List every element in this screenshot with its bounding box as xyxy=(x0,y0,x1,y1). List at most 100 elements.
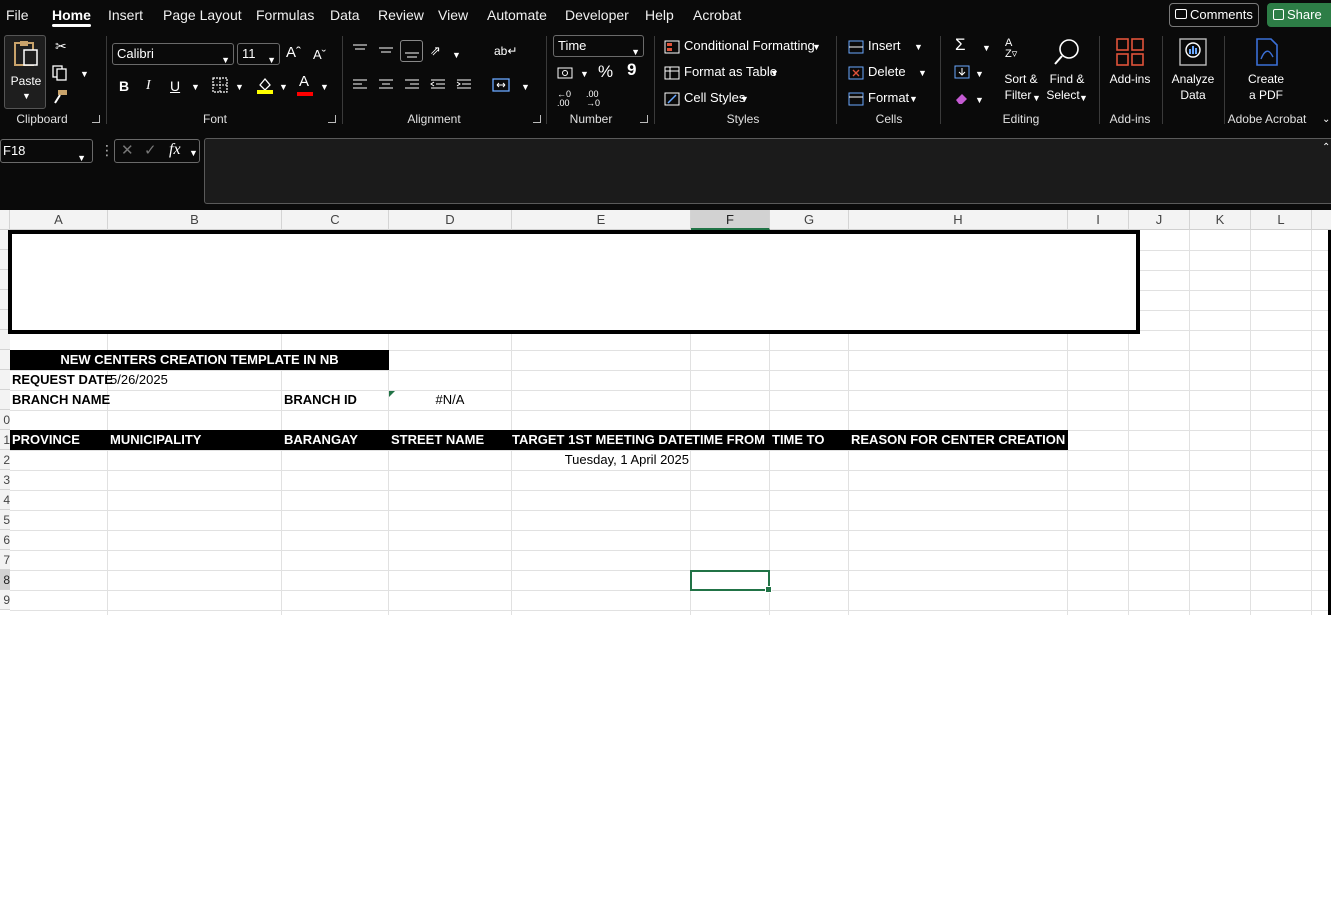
bottom-align-button[interactable] xyxy=(400,40,423,62)
tab-automate[interactable]: Automate xyxy=(487,0,547,30)
insert-cells-button[interactable]: Insert ▼ xyxy=(848,38,928,56)
column-header-j[interactable]: J xyxy=(1129,210,1190,230)
active-cell-f18[interactable] xyxy=(690,570,772,593)
align-right-icon[interactable] xyxy=(404,78,420,92)
copy-icon[interactable] xyxy=(52,65,68,81)
cancel-icon[interactable]: ✕ xyxy=(121,143,134,158)
request-date-label[interactable]: REQUEST DATE xyxy=(12,370,113,390)
template-title[interactable]: NEW CENTERS CREATION TEMPLATE IN NB xyxy=(10,350,389,370)
column-header-c[interactable]: C xyxy=(282,210,389,230)
number-launcher-icon[interactable] xyxy=(640,115,648,123)
row-header[interactable]: 4 xyxy=(0,490,10,510)
comments-button[interactable]: Comments xyxy=(1169,3,1259,27)
wrap-text-icon[interactable]: ab↵ xyxy=(494,44,517,58)
header-street-name[interactable]: STREET NAME xyxy=(391,430,484,450)
cell-styles-button[interactable]: Cell Styles ▼ xyxy=(664,90,754,108)
fill-color-icon[interactable] xyxy=(256,76,274,94)
increase-decimal-icon[interactable]: ←0.00 xyxy=(557,90,571,108)
select-all-corner[interactable] xyxy=(0,210,10,230)
tab-page-layout[interactable]: Page Layout xyxy=(163,0,242,30)
header-time-from[interactable]: TIME FROM xyxy=(692,430,765,450)
borders-dropdown-icon[interactable]: ▼ xyxy=(235,82,244,92)
currency-dropdown-icon[interactable]: ▼ xyxy=(580,69,589,79)
branch-id-label[interactable]: BRANCH ID xyxy=(284,390,357,410)
currency-icon[interactable] xyxy=(557,66,575,80)
increase-indent-icon[interactable] xyxy=(456,78,472,92)
underline-dropdown-icon[interactable]: ▼ xyxy=(191,82,200,92)
row-header[interactable]: 5 xyxy=(0,510,10,530)
create-pdf-button[interactable]: Create a PDF xyxy=(1238,36,1294,106)
decrease-decimal-icon[interactable]: .00 →0 xyxy=(586,90,600,108)
insert-function-icon[interactable]: fx xyxy=(169,142,181,158)
addins-button[interactable]: Add-ins xyxy=(1106,36,1154,106)
branch-id-value[interactable]: #N/A xyxy=(389,390,511,410)
header-target-meeting-date[interactable]: TARGET 1ST MEETING DATE xyxy=(512,430,693,450)
row-header[interactable] xyxy=(0,350,10,370)
enter-icon[interactable]: ✓ xyxy=(144,143,157,158)
percent-button[interactable]: % xyxy=(598,63,613,80)
row-header[interactable] xyxy=(0,370,10,390)
column-header-l[interactable]: L xyxy=(1251,210,1312,230)
row-header[interactable]: 9 xyxy=(0,590,10,610)
borders-icon[interactable] xyxy=(212,77,228,93)
tab-view[interactable]: View xyxy=(438,0,468,30)
column-header-k[interactable]: K xyxy=(1190,210,1251,230)
fill-dropdown-icon[interactable]: ▼ xyxy=(975,69,984,79)
number-format-select[interactable]: Time ▼ xyxy=(553,35,644,57)
fill-icon[interactable] xyxy=(954,65,970,79)
underline-button[interactable]: U xyxy=(170,79,180,93)
header-image-frame[interactable] xyxy=(8,230,1140,334)
merge-center-icon[interactable] xyxy=(492,77,510,93)
alignment-launcher-icon[interactable] xyxy=(533,115,541,123)
column-header-a[interactable]: A xyxy=(10,210,108,230)
autosum-icon[interactable]: Σ xyxy=(955,36,966,53)
bold-button[interactable]: B xyxy=(119,79,129,93)
sort-filter-button[interactable]: A Z▿ Sort & Filter ▼ xyxy=(1000,36,1042,106)
formula-input[interactable] xyxy=(204,138,1331,204)
tab-help[interactable]: Help xyxy=(645,0,674,30)
font-name-select[interactable]: Calibri ▼ xyxy=(112,43,234,65)
find-select-button[interactable]: Find & Select ▼ xyxy=(1044,36,1090,106)
clear-icon[interactable] xyxy=(954,91,970,105)
clear-dropdown-icon[interactable]: ▼ xyxy=(975,95,984,105)
merge-dropdown-icon[interactable]: ▼ xyxy=(521,82,530,92)
chevron-up-icon[interactable]: ⌃ xyxy=(1322,142,1330,153)
increase-font-icon[interactable]: Aˆ xyxy=(286,45,301,60)
row-header[interactable]: 2 xyxy=(0,450,10,470)
column-header-b[interactable]: B xyxy=(108,210,282,230)
row-header[interactable] xyxy=(0,390,10,410)
font-color-dropdown-icon[interactable]: ▼ xyxy=(320,82,329,92)
format-cells-button[interactable]: Format ▼ xyxy=(848,90,928,108)
header-municipality[interactable]: MUNICIPALITY xyxy=(110,430,201,450)
row-header[interactable]: 0 xyxy=(0,410,10,430)
column-header-d[interactable]: D xyxy=(389,210,512,230)
cut-icon[interactable]: ✂ xyxy=(55,39,67,53)
autosum-dropdown-icon[interactable]: ▼ xyxy=(982,43,991,53)
tab-data[interactable]: Data xyxy=(330,0,360,30)
meeting-date-cell[interactable]: Tuesday, 1 April 2025 xyxy=(512,450,689,470)
row-header[interactable]: 1 xyxy=(0,430,10,450)
format-as-table-button[interactable]: Format as Table ▼ xyxy=(664,64,784,82)
more-options-icon[interactable]: ⋮ xyxy=(100,143,114,157)
top-align-icon[interactable] xyxy=(352,43,368,57)
italic-button[interactable]: I xyxy=(146,79,151,93)
header-barangay[interactable]: BARANGAY xyxy=(284,430,358,450)
column-header-f[interactable]: F xyxy=(691,210,770,230)
tab-review[interactable]: Review xyxy=(378,0,424,30)
header-time-to[interactable]: TIME TO xyxy=(772,430,824,450)
delete-cells-button[interactable]: Delete ▼ xyxy=(848,64,928,82)
middle-align-icon[interactable] xyxy=(378,43,394,57)
analyze-data-button[interactable]: Analyze Data xyxy=(1166,36,1220,106)
header-reason[interactable]: REASON FOR CENTER CREATION xyxy=(851,430,1065,450)
column-header-e[interactable]: E xyxy=(512,210,691,230)
row-header[interactable]: 3 xyxy=(0,470,10,490)
column-header-g[interactable]: G xyxy=(770,210,849,230)
column-header-h[interactable]: H xyxy=(849,210,1068,230)
orientation-icon[interactable]: ⇗ xyxy=(430,44,441,58)
row-header[interactable]: 7 xyxy=(0,550,10,570)
request-date-value[interactable]: 5/26/2025 xyxy=(110,370,168,390)
share-button[interactable]: Share xyxy=(1267,3,1331,27)
header-province[interactable]: PROVINCE xyxy=(12,430,80,450)
decrease-font-icon[interactable]: Aˇ xyxy=(313,48,326,62)
format-painter-icon[interactable] xyxy=(52,89,68,105)
